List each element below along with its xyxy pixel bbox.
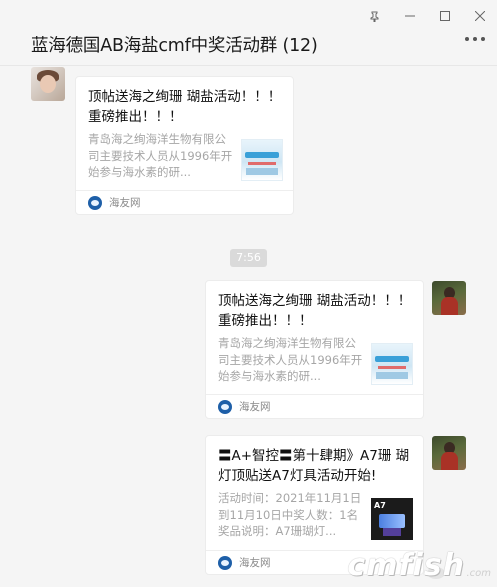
card-title: 顶帖送海之绚珊 瑚盐活动！！！重磅推出！！！ [88,89,282,125]
more-dots-icon[interactable] [465,37,485,41]
timestamp: 7:56 [230,249,267,267]
watermark-text: cmfish [347,548,465,583]
card-description: 活动时间：2021年11月1日到11月10日中奖人数：1名奖品说明：A7珊瑚灯.… [218,491,362,538]
maximize-icon[interactable] [427,6,462,26]
source-logo-icon [88,195,102,210]
source-name: 海友网 [239,401,271,413]
card-thumbnail [241,139,283,181]
chat-header: 蓝海德国AB海盐cmf中奖活动群 (12) [0,26,497,66]
card-source: 海友网 [218,555,271,570]
card-title: 〓A+智控〓第十肆期》A7珊 瑚灯顶贴送A7灯具活动开始! [218,448,410,484]
avatar[interactable] [432,436,466,470]
source-name: 海友网 [239,557,271,569]
source-logo-icon [218,555,232,570]
link-card[interactable]: 顶帖送海之绚珊 瑚盐活动！！！重磅推出！！！ 青岛海之绚海洋生物有限公司主要技术… [205,280,424,419]
window-controls [357,6,497,26]
thumbnail-label: A7 [374,501,386,510]
chat-title: 蓝海德国AB海盐cmf中奖活动群 (12) [31,36,318,56]
card-description: 青岛海之绚海洋生物有限公司主要技术人员从1996年开始参与海水素的研... [88,132,233,179]
watermark: cmfish .com [311,548,491,585]
link-card[interactable]: 顶帖送海之绚珊 瑚盐活动！！！重磅推出！！！ 青岛海之绚海洋生物有限公司主要技术… [75,76,294,215]
pin-icon[interactable] [357,6,392,26]
source-name: 海友网 [109,197,141,209]
watermark-suffix: .com [466,568,491,579]
avatar[interactable] [31,67,65,101]
chat-area[interactable]: 顶帖送海之绚珊 瑚盐活动！！！重磅推出！！！ 青岛海之绚海洋生物有限公司主要技术… [0,67,497,587]
avatar[interactable] [432,281,466,315]
close-icon[interactable] [462,6,497,26]
card-source: 海友网 [88,195,141,210]
card-thumbnail: A7 [371,498,413,540]
card-description: 青岛海之绚海洋生物有限公司主要技术人员从1996年开始参与海水素的研... [218,336,363,383]
card-thumbnail [371,343,413,385]
card-title: 顶帖送海之绚珊 瑚盐活动！！！重磅推出！！！ [218,293,412,329]
source-logo-icon [218,399,232,414]
card-source: 海友网 [218,399,271,414]
minimize-icon[interactable] [392,6,427,26]
